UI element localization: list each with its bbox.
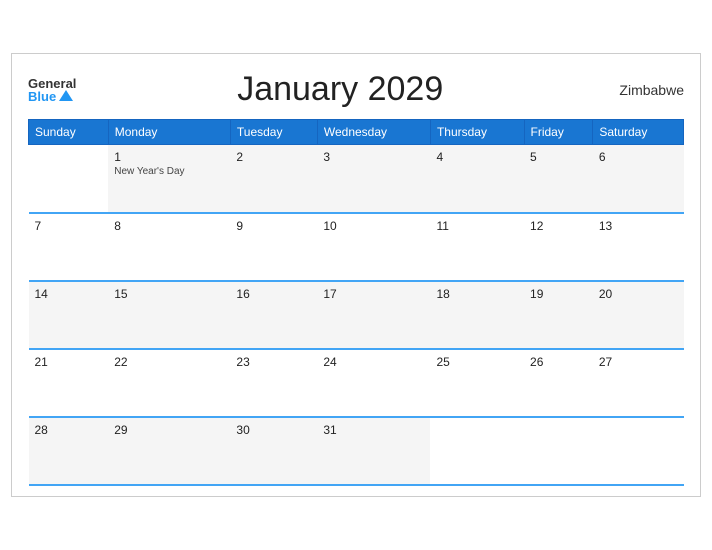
month-title: January 2029	[76, 70, 604, 109]
table-row: 30	[230, 417, 317, 485]
date-number: 3	[323, 150, 424, 164]
date-number: 12	[530, 219, 587, 233]
table-row: 15	[108, 281, 230, 349]
table-row: 18	[430, 281, 524, 349]
table-row: 24	[317, 349, 430, 417]
date-number: 10	[323, 219, 424, 233]
calendar-week-row: 28 29 30 31	[29, 417, 684, 485]
header-monday: Monday	[108, 120, 230, 145]
date-number: 24	[323, 355, 424, 369]
table-row: 5	[524, 145, 593, 213]
header-sunday: Sunday	[29, 120, 109, 145]
table-row: 4	[430, 145, 524, 213]
date-number: 14	[35, 287, 103, 301]
table-row: 2	[230, 145, 317, 213]
header-tuesday: Tuesday	[230, 120, 317, 145]
date-number: 26	[530, 355, 587, 369]
date-number: 28	[35, 423, 103, 437]
table-row: 10	[317, 213, 430, 281]
header-saturday: Saturday	[593, 120, 684, 145]
table-row: 31	[317, 417, 430, 485]
calendar-week-row: 14 15 16 17 18 19 20	[29, 281, 684, 349]
table-row	[29, 145, 109, 213]
date-number: 15	[114, 287, 224, 301]
table-row: 13	[593, 213, 684, 281]
table-row: 7	[29, 213, 109, 281]
date-number: 22	[114, 355, 224, 369]
calendar-week-row: 21 22 23 24 25 26 27	[29, 349, 684, 417]
date-number: 25	[436, 355, 518, 369]
date-number: 19	[530, 287, 587, 301]
date-number: 17	[323, 287, 424, 301]
header-thursday: Thursday	[430, 120, 524, 145]
calendar-table: Sunday Monday Tuesday Wednesday Thursday…	[28, 119, 684, 486]
date-number: 31	[323, 423, 424, 437]
logo-blue-text: Blue	[28, 90, 76, 103]
date-number: 1	[114, 150, 224, 164]
date-number: 2	[236, 150, 311, 164]
table-row: 1 New Year's Day	[108, 145, 230, 213]
date-number: 11	[436, 219, 518, 233]
table-row: 26	[524, 349, 593, 417]
holiday-label: New Year's Day	[114, 166, 224, 177]
date-number: 9	[236, 219, 311, 233]
table-row: 19	[524, 281, 593, 349]
logo-general-text: General	[28, 77, 76, 90]
date-number: 4	[436, 150, 518, 164]
date-number: 16	[236, 287, 311, 301]
table-row: 27	[593, 349, 684, 417]
table-row: 14	[29, 281, 109, 349]
table-row: 9	[230, 213, 317, 281]
table-row: 8	[108, 213, 230, 281]
table-row: 21	[29, 349, 109, 417]
table-row: 12	[524, 213, 593, 281]
date-number: 5	[530, 150, 587, 164]
table-row: 28	[29, 417, 109, 485]
date-number: 6	[599, 150, 678, 164]
date-number: 29	[114, 423, 224, 437]
date-number: 30	[236, 423, 311, 437]
table-row: 3	[317, 145, 430, 213]
date-number: 13	[599, 219, 678, 233]
table-row: 17	[317, 281, 430, 349]
date-number: 21	[35, 355, 103, 369]
calendar-week-row: 1 New Year's Day 23456	[29, 145, 684, 213]
country-label: Zimbabwe	[604, 82, 684, 98]
date-number: 27	[599, 355, 678, 369]
table-row: 29	[108, 417, 230, 485]
table-row: 20	[593, 281, 684, 349]
calendar-header: General Blue January 2029 Zimbabwe	[28, 70, 684, 109]
date-number: 8	[114, 219, 224, 233]
date-number: 20	[599, 287, 678, 301]
table-row: 25	[430, 349, 524, 417]
days-header-row: Sunday Monday Tuesday Wednesday Thursday…	[29, 120, 684, 145]
table-row	[430, 417, 524, 485]
date-number: 23	[236, 355, 311, 369]
table-row: 23	[230, 349, 317, 417]
date-number: 18	[436, 287, 518, 301]
date-number: 7	[35, 219, 103, 233]
header-friday: Friday	[524, 120, 593, 145]
table-row: 16	[230, 281, 317, 349]
logo-triangle-icon	[59, 90, 73, 101]
calendar-container: General Blue January 2029 Zimbabwe Sunda…	[11, 53, 701, 497]
table-row	[524, 417, 593, 485]
table-row: 22	[108, 349, 230, 417]
logo: General Blue	[28, 77, 76, 103]
table-row	[593, 417, 684, 485]
table-row: 6	[593, 145, 684, 213]
table-row: 11	[430, 213, 524, 281]
calendar-week-row: 789 10 11 12 13	[29, 213, 684, 281]
header-wednesday: Wednesday	[317, 120, 430, 145]
